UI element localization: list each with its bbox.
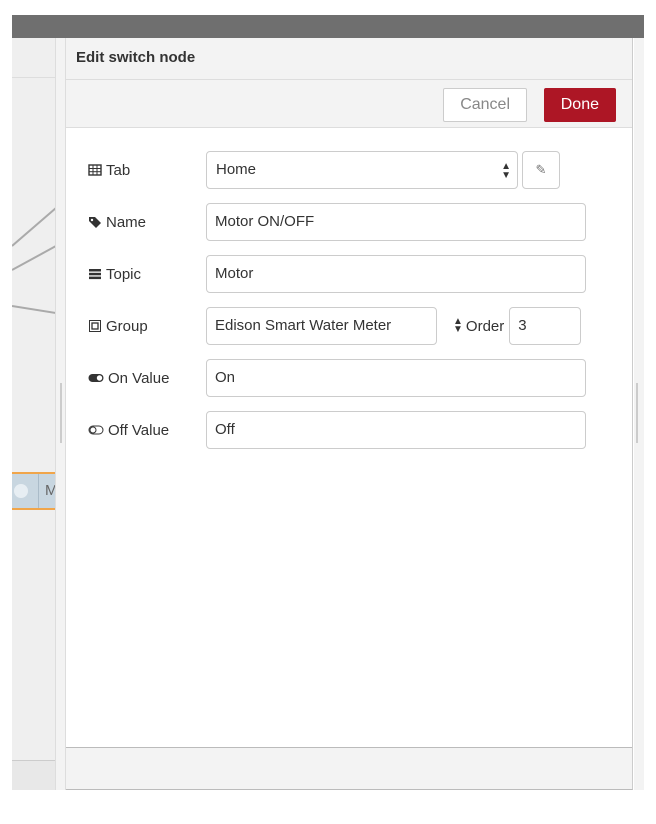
group-label: Group: [106, 317, 148, 335]
on-value-input[interactable]: On: [206, 359, 586, 397]
button-bar: Cancel Done: [66, 80, 632, 128]
canvas-footer: [12, 760, 55, 790]
node-label: M: [38, 474, 55, 508]
tasks-icon: [89, 269, 101, 280]
done-button[interactable]: Done: [543, 88, 616, 122]
on-value-label: On Value: [108, 369, 170, 387]
topic-input[interactable]: Motor: [206, 255, 586, 293]
right-sidebar-edge[interactable]: [634, 38, 644, 790]
toggle-on-icon: [88, 374, 104, 382]
topic-label: Topic: [106, 265, 142, 283]
off-value-label: Off Value: [108, 421, 170, 439]
edit-tab-button[interactable]: ✎: [522, 151, 560, 189]
name-label: Name: [106, 213, 147, 231]
form-content: Tab Home ▲ ▼ ✎ Name Motor ON/OFF Topic Mot…: [66, 128, 632, 748]
object-group-icon: [89, 320, 101, 332]
select-arrows-icon: ▲ ▼: [501, 161, 511, 181]
flow-canvas[interactable]: M: [12, 38, 56, 790]
row-name: Name Motor ON/OFF: [88, 203, 586, 241]
tab-label: Tab: [106, 161, 131, 179]
canvas-header: [12, 38, 55, 78]
toggle-icon: [14, 484, 28, 498]
name-input[interactable]: Motor ON/OFF: [206, 203, 586, 241]
dialog-title: Edit switch node: [66, 38, 632, 80]
off-value-input[interactable]: Off: [206, 411, 586, 449]
tag-icon: [89, 217, 101, 228]
table-icon: [88, 164, 102, 176]
row-tab: Tab Home ▲ ▼ ✎: [88, 151, 560, 189]
cancel-button[interactable]: Cancel: [443, 88, 527, 122]
order-input[interactable]: 3: [509, 307, 582, 345]
tab-select-value: Home: [216, 161, 257, 178]
resize-gutter[interactable]: [56, 38, 66, 790]
top-bar: [12, 15, 644, 38]
row-topic: Topic Motor: [88, 255, 586, 293]
wires: [12, 207, 55, 314]
row-on-value: On Value On: [88, 359, 586, 397]
row-off-value: Off Value Off: [88, 411, 586, 449]
row-group: Group Edison Smart Water Meter ▲ ▼ Order 3: [88, 307, 582, 345]
sort-icon: ▲ ▼: [453, 316, 463, 335]
tab-select[interactable]: Home ▲ ▼: [206, 151, 518, 189]
pencil-icon: ✎: [535, 162, 547, 177]
edit-dialog: Edit switch node Cancel Done Tab Home ▲ ▼ …: [66, 38, 633, 790]
drag-handle[interactable]: [636, 383, 638, 443]
toggle-off-icon: [88, 425, 104, 435]
drag-handle[interactable]: [60, 383, 62, 443]
order-label: Order: [465, 317, 505, 335]
switch-node[interactable]: M: [12, 472, 55, 510]
group-select[interactable]: Edison Smart Water Meter: [206, 307, 437, 345]
